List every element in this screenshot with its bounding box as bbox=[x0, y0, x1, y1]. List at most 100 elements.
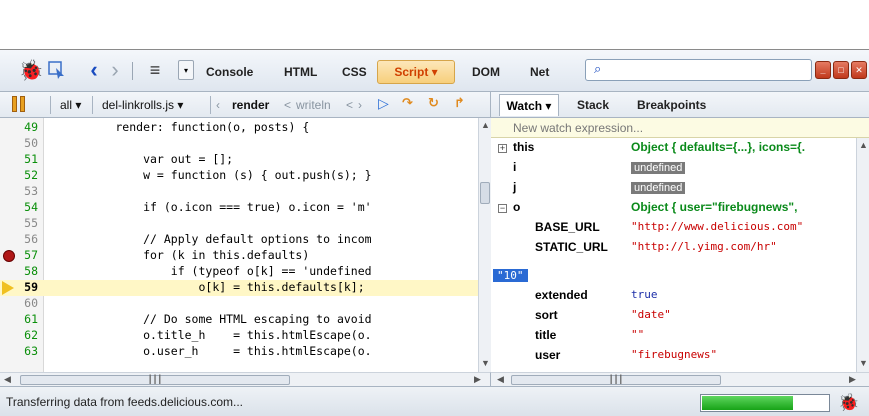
tab-breakpoints[interactable]: Breakpoints bbox=[637, 98, 706, 112]
window-controls: _ □ ✕ bbox=[815, 61, 869, 81]
collapse-icon[interactable]: − bbox=[498, 204, 507, 213]
close-icon[interactable]: ✕ bbox=[851, 61, 867, 79]
watch-row[interactable]: j undefined bbox=[491, 180, 869, 198]
new-watch-expression-input[interactable]: New watch expression... bbox=[491, 118, 869, 138]
scroll-down-icon[interactable]: ▼ bbox=[481, 358, 490, 368]
watch-row[interactable]: sort "date" bbox=[491, 308, 869, 326]
menu-icon[interactable]: ≡ bbox=[144, 58, 166, 82]
code-line[interactable]: 56 // Apply default options to incom bbox=[0, 232, 478, 248]
watch-horizontal-scrollbar[interactable]: ◀ ┃┃┃ ▶ bbox=[491, 372, 869, 386]
watch-value[interactable]: undefined bbox=[631, 182, 686, 194]
watch-row[interactable]: user "firebugnews" bbox=[491, 348, 869, 366]
step-over-icon[interactable]: ↷ bbox=[402, 95, 420, 113]
watch-value[interactable]: undefined bbox=[631, 162, 686, 174]
tab-css[interactable]: CSS bbox=[342, 65, 367, 79]
tab-html[interactable]: HTML bbox=[284, 65, 317, 79]
watch-row[interactable]: extended true bbox=[491, 288, 869, 306]
scroll-right-icon[interactable]: ▶ bbox=[474, 374, 481, 385]
expand-icon[interactable]: + bbox=[498, 144, 507, 153]
watch-row[interactable]: − o Object { user="firebugnews", bbox=[491, 200, 869, 218]
selected-value-text[interactable]: "10" bbox=[493, 269, 528, 282]
forward-arrow-icon[interactable]: › bbox=[106, 57, 124, 82]
scroll-thumb[interactable]: ┃┃┃ bbox=[20, 375, 290, 385]
scroll-left-icon[interactable]: ◀ bbox=[497, 374, 504, 385]
inspect-icon[interactable] bbox=[46, 58, 68, 82]
watch-panel: New watch expression... + this Object { … bbox=[491, 118, 869, 372]
scroll-thumb[interactable] bbox=[480, 182, 490, 204]
code-line[interactable]: 51 var out = []; bbox=[0, 152, 478, 168]
selected-value[interactable]: "10" bbox=[491, 268, 869, 286]
watch-vertical-scrollbar[interactable]: ▲ ▼ bbox=[856, 138, 869, 372]
tab-watch[interactable]: Watch ▾ bbox=[499, 94, 559, 116]
chevron-down-icon[interactable]: ▾ bbox=[178, 60, 194, 80]
step-out-icon[interactable]: ↱ bbox=[454, 95, 472, 113]
scroll-up-icon[interactable]: ▲ bbox=[481, 120, 490, 130]
file-dropdown[interactable]: del-linkrolls.js ▾ bbox=[102, 98, 183, 112]
scroll-up-icon[interactable]: ▲ bbox=[859, 140, 868, 150]
pause-icon[interactable] bbox=[12, 96, 28, 114]
code-horizontal-scrollbar[interactable]: ◀ ┃┃┃ ▶ bbox=[0, 372, 491, 386]
watch-value[interactable]: "http://www.delicious.com" bbox=[631, 220, 803, 233]
stack-prev-frame[interactable]: writeln bbox=[296, 98, 331, 112]
watch-key: title bbox=[535, 328, 557, 342]
code-line[interactable]: 54 if (o.icon === true) o.icon = 'm' bbox=[0, 200, 478, 216]
line-number: 56 bbox=[24, 232, 38, 246]
watch-value[interactable]: Object { user="firebugnews", bbox=[631, 200, 797, 214]
code-text: var out = []; bbox=[60, 152, 234, 166]
code-line[interactable]: 58 if (typeof o[k] == 'undefined bbox=[0, 264, 478, 280]
tab-console[interactable]: Console bbox=[206, 65, 253, 79]
tab-net[interactable]: Net bbox=[530, 65, 549, 79]
scope-dropdown[interactable]: all ▾ bbox=[60, 98, 81, 112]
watch-row[interactable]: title "" bbox=[491, 328, 869, 346]
firebug-bug-icon[interactable]: 🐞 bbox=[18, 58, 44, 82]
watch-value[interactable]: "firebugnews" bbox=[631, 348, 717, 361]
code-line[interactable]: 49 render: function(o, posts) { bbox=[0, 120, 478, 136]
detach-icon[interactable]: □ bbox=[833, 61, 849, 79]
watch-row[interactable]: STATIC_URL "http://l.yimg.com/hr" bbox=[491, 240, 869, 258]
watch-row[interactable]: i undefined bbox=[491, 160, 869, 178]
watch-value[interactable]: Object { defaults={...}, icons={. bbox=[631, 140, 805, 154]
stack-right-arrow-icon[interactable]: › bbox=[358, 98, 362, 112]
code-line[interactable]: 55 bbox=[0, 216, 478, 232]
scroll-down-icon[interactable]: ▼ bbox=[859, 358, 868, 368]
step-into-icon[interactable]: ↻ bbox=[428, 95, 446, 113]
tab-stack[interactable]: Stack bbox=[577, 98, 609, 112]
code-line[interactable]: 53 bbox=[0, 184, 478, 200]
stack-left-arrow-icon[interactable]: ‹ bbox=[216, 98, 220, 112]
code-line[interactable]: 50 bbox=[0, 136, 478, 152]
watch-value[interactable]: "http://l.yimg.com/hr" bbox=[631, 240, 777, 253]
stack-current-frame[interactable]: render bbox=[232, 98, 269, 112]
watch-key: sort bbox=[535, 308, 558, 322]
scroll-thumb[interactable]: ┃┃┃ bbox=[511, 375, 721, 385]
line-number: 54 bbox=[24, 200, 38, 214]
minimize-icon[interactable]: _ bbox=[815, 61, 831, 79]
code-line[interactable]: 57 for (k in this.defaults) bbox=[0, 248, 478, 264]
code-line[interactable]: 61 // Do some HTML escaping to avoid bbox=[0, 312, 478, 328]
code-line[interactable]: 62 o.title_h = this.htmlEscape(o. bbox=[0, 328, 478, 344]
watch-value[interactable]: "" bbox=[631, 328, 644, 341]
watch-value[interactable]: true bbox=[631, 288, 658, 301]
code-vertical-scrollbar[interactable]: ▲ ▼ bbox=[478, 118, 491, 372]
code-line[interactable]: 52 w = function (s) { out.push(s); } bbox=[0, 168, 478, 184]
line-number: 63 bbox=[24, 344, 38, 358]
continue-icon[interactable]: ▷ bbox=[378, 95, 389, 112]
code-text: if (o.icon === true) o.icon = 'm' bbox=[60, 200, 372, 214]
back-arrow-icon[interactable]: ‹ bbox=[85, 57, 103, 82]
tab-dom[interactable]: DOM bbox=[472, 65, 500, 79]
watch-key: extended bbox=[535, 288, 588, 302]
toolbar-divider bbox=[50, 96, 51, 114]
search-input[interactable]: ⌕ bbox=[585, 59, 812, 81]
watch-toolbar: Watch ▾ Stack Breakpoints bbox=[491, 92, 869, 118]
tab-script[interactable]: Script ▾ bbox=[377, 60, 455, 84]
watch-value[interactable]: "date" bbox=[631, 308, 671, 321]
firebug-status-icon[interactable]: 🐞 bbox=[838, 393, 859, 413]
code-line[interactable]: 63 o.user_h = this.htmlEscape(o. bbox=[0, 344, 478, 360]
current-execution-line[interactable]: 59 o[k] = this.defaults[k]; bbox=[0, 280, 478, 296]
toolbar-divider bbox=[210, 96, 211, 114]
scroll-left-icon[interactable]: ◀ bbox=[4, 374, 11, 385]
watch-row[interactable]: + this Object { defaults={...}, icons={. bbox=[491, 140, 869, 158]
code-line[interactable]: 60 bbox=[0, 296, 478, 312]
scroll-right-icon[interactable]: ▶ bbox=[849, 374, 856, 385]
code-text: w = function (s) { out.push(s); } bbox=[60, 168, 372, 182]
watch-row[interactable]: BASE_URL "http://www.delicious.com" bbox=[491, 220, 869, 238]
